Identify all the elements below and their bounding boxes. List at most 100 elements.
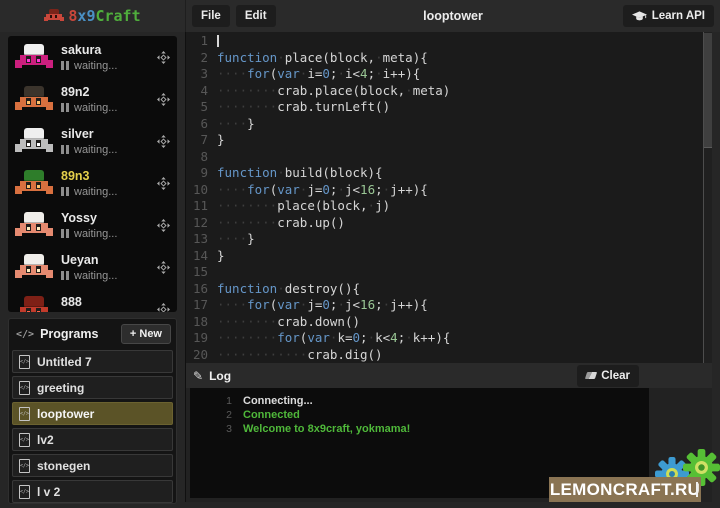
status-text: waiting...: [74, 228, 117, 240]
pause-icon: [61, 61, 64, 70]
program-label: stonegen: [37, 459, 90, 473]
player-row[interactable]: Ueyanwaiting...: [8, 246, 177, 288]
code-line: 5········crab.turnLeft(): [186, 99, 712, 116]
line-number: 9: [186, 165, 217, 182]
learn-api-label: Learn API: [652, 10, 705, 22]
log-entry: 1Connecting...: [190, 395, 649, 409]
status-text: waiting...: [74, 270, 117, 282]
code-editor[interactable]: 12 function·place(block,·meta){3····for(v…: [185, 32, 712, 363]
programs-title: Programs: [40, 327, 115, 341]
line-number: 15: [186, 264, 217, 281]
crab-avatar-icon: [15, 43, 53, 71]
move-icon[interactable]: [157, 303, 170, 313]
line-code: ········crab.turnLeft(): [217, 99, 712, 116]
program-item[interactable]: </>l v 2: [12, 480, 173, 503]
program-item[interactable]: </> lv2: [12, 428, 173, 451]
move-icon[interactable]: [157, 261, 170, 274]
player-info: sakurawaiting...: [61, 43, 149, 72]
new-program-button[interactable]: + New: [121, 324, 171, 344]
watermark: LEMONCRAFT.RU: [549, 477, 701, 502]
editor-scrollbar[interactable]: [703, 32, 712, 363]
pause-icon: [61, 145, 64, 154]
pause-icon: [66, 61, 69, 70]
player-name: 888: [61, 295, 149, 309]
program-label: looptower: [37, 407, 94, 421]
move-icon[interactable]: [157, 177, 170, 190]
eraser-icon: [585, 372, 597, 379]
line-number: 14: [186, 248, 217, 265]
code-line: 8: [186, 149, 712, 166]
code-line: 16function·destroy(){: [186, 281, 712, 298]
line-number: 17: [186, 297, 217, 314]
player-row[interactable]: 89n3waiting...: [8, 162, 177, 204]
code-line: 19········for(var·k=0;·k<4;·k++){: [186, 330, 712, 347]
player-row[interactable]: sakurawaiting...: [8, 36, 177, 78]
line-number: 20: [186, 347, 217, 364]
move-icon[interactable]: [157, 135, 170, 148]
line-code: ····}: [217, 231, 712, 248]
log-line-number: 2: [190, 409, 243, 423]
text-cursor: [217, 35, 219, 47]
watermark-caret: [696, 482, 698, 497]
program-file-icon: </>: [19, 355, 30, 369]
player-row[interactable]: 89n2 waiting...: [8, 78, 177, 120]
player-status: waiting...: [61, 186, 149, 198]
player-status: waiting...: [61, 228, 149, 240]
code-line: 4········crab.place(block,·meta): [186, 83, 712, 100]
program-file-icon: </>: [19, 433, 30, 447]
player-info: 89n3waiting...: [61, 169, 149, 198]
logo-area: 8x9Craft: [0, 0, 185, 32]
clear-label: Clear: [601, 370, 630, 382]
program-item[interactable]: </>greeting: [12, 376, 173, 399]
status-text: waiting...: [74, 186, 117, 198]
line-number: 6: [186, 116, 217, 133]
player-row[interactable]: 888waiting...: [8, 288, 177, 312]
line-number: 3: [186, 66, 217, 83]
player-status: waiting...: [61, 144, 149, 156]
code-lines: 12 function·place(block,·meta){3····for(v…: [186, 32, 712, 363]
program-item[interactable]: </>Untitled 7: [12, 350, 173, 373]
code-line: 3····for(var·i=0;·i<4;·i++){: [186, 66, 712, 83]
edit-menu-button[interactable]: Edit: [236, 5, 276, 27]
line-number: 4: [186, 83, 217, 100]
player-row[interactable]: Yossy waiting...: [8, 204, 177, 246]
line-code: function·place(block,·meta){: [217, 50, 712, 67]
line-number: 8: [186, 149, 217, 166]
line-code: [217, 33, 712, 50]
line-code: ········for(var·k=0;·k<4;·k++){: [217, 330, 712, 347]
clear-log-button[interactable]: Clear: [577, 365, 639, 387]
line-number: 10: [186, 182, 217, 199]
move-icon[interactable]: [157, 219, 170, 232]
crab-avatar-icon: [15, 127, 53, 155]
status-text: waiting...: [74, 144, 117, 156]
code-line: 9function·build(block){: [186, 165, 712, 182]
player-row[interactable]: silver waiting...: [8, 120, 177, 162]
pause-icon: [66, 103, 69, 112]
crab-logo-icon: [44, 9, 64, 23]
player-status: waiting...: [61, 102, 149, 114]
program-item[interactable]: </>stonegen: [12, 454, 173, 477]
line-code: ········crab.up(): [217, 215, 712, 232]
line-number: 12: [186, 215, 217, 232]
log-entry: 2Connected: [190, 409, 649, 423]
log-edit-icon: ✎: [193, 370, 203, 382]
line-code: ········crab.place(block,·meta): [217, 83, 712, 100]
log-title: Log: [209, 369, 231, 383]
move-icon[interactable]: [157, 93, 170, 106]
learn-api-button[interactable]: Learn API: [623, 5, 714, 27]
player-name: Yossy: [61, 211, 149, 225]
code-line: 14}: [186, 248, 712, 265]
player-info: silver waiting...: [61, 127, 149, 156]
file-menu-button[interactable]: File: [192, 5, 230, 27]
status-text: waiting...: [74, 60, 117, 72]
pause-icon: [61, 103, 64, 112]
player-name: 89n2: [61, 85, 149, 99]
program-label: lv2: [37, 433, 54, 447]
move-icon[interactable]: [157, 51, 170, 64]
scrollbar-thumb[interactable]: [704, 33, 712, 148]
program-item[interactable]: </>looptower: [12, 402, 173, 425]
line-code: ············crab.dig(): [217, 347, 712, 364]
line-code: function·build(block){: [217, 165, 712, 182]
player-name: silver: [61, 127, 149, 141]
code-tag-icon: </>: [16, 329, 34, 340]
